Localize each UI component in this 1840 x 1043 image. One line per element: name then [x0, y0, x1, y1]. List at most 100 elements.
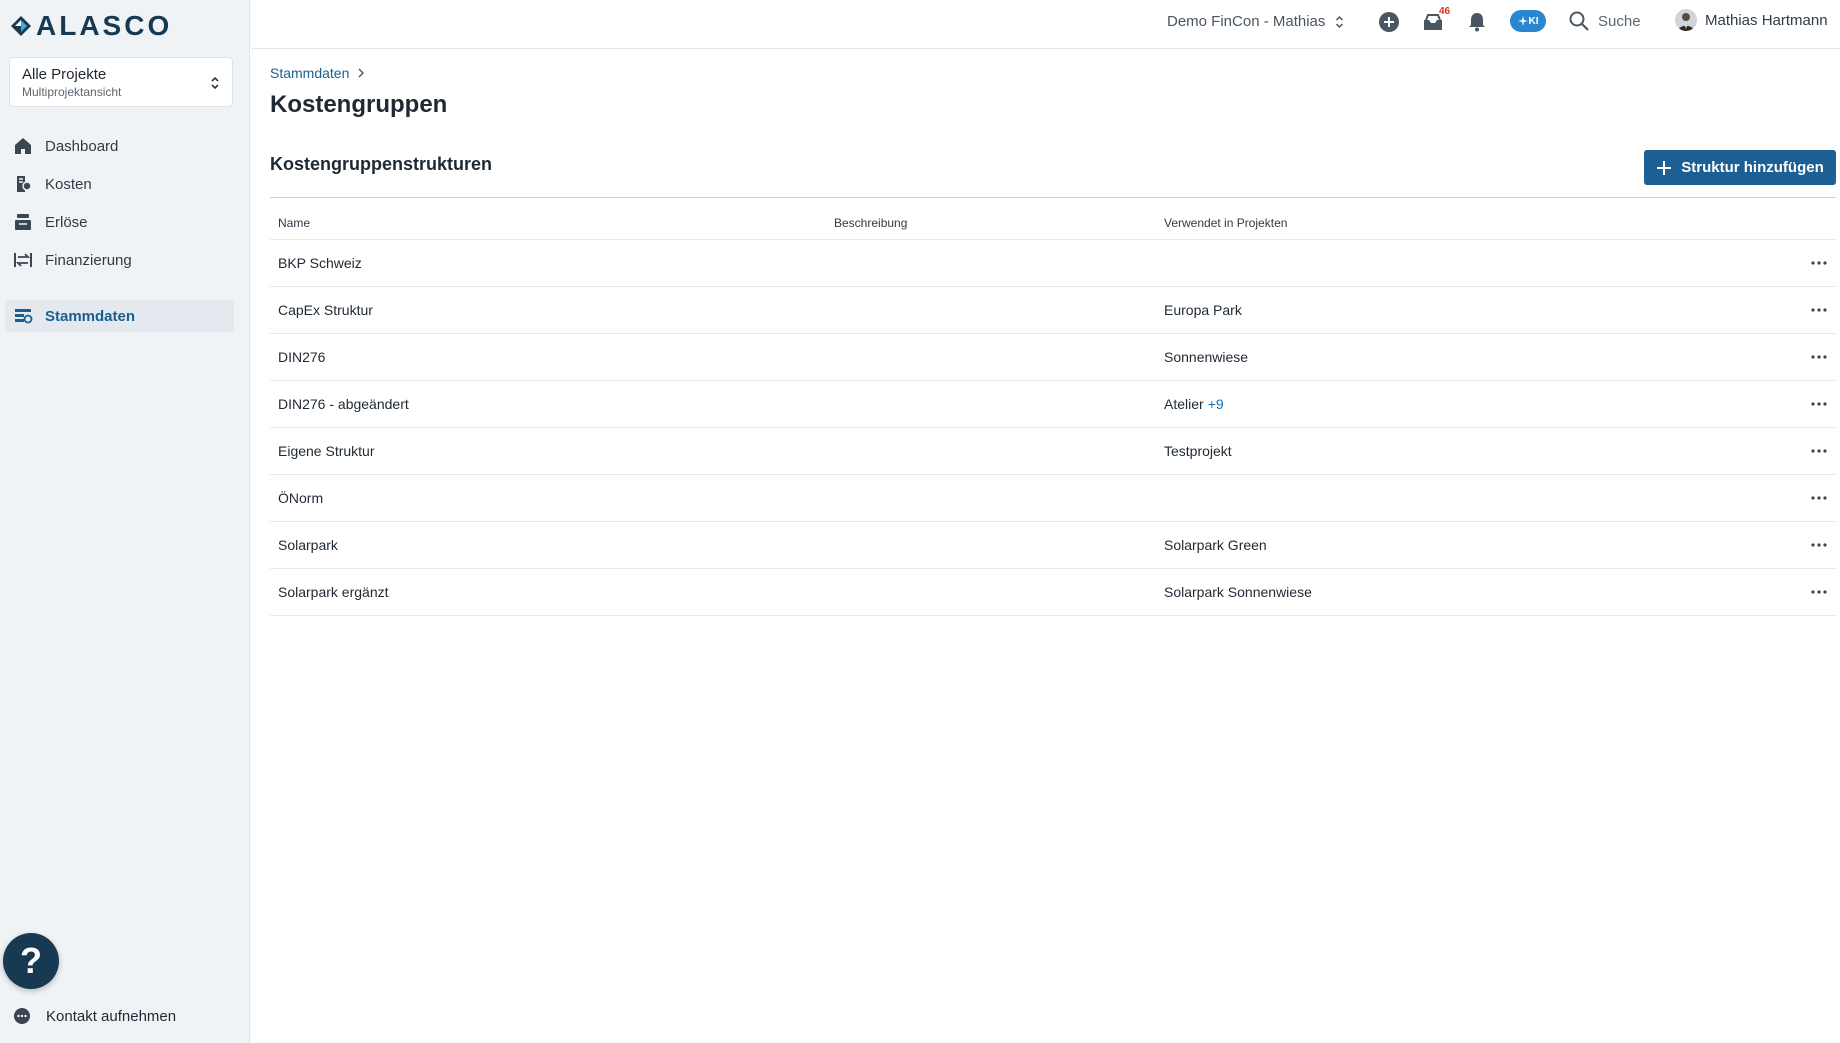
row-projects: Europa Park — [1164, 302, 1784, 318]
search-button[interactable]: Suche — [1568, 10, 1641, 32]
more-actions-button[interactable] — [1810, 586, 1828, 598]
revenue-icon — [15, 214, 31, 230]
row-project-name: Sonnenwiese — [1164, 349, 1249, 365]
row-projects: Sonnenwiese — [1164, 349, 1784, 365]
row-project-name: Atelier — [1164, 396, 1204, 412]
header-name: Name — [278, 216, 311, 230]
sidebar-item-dashboard[interactable]: Dashboard — [5, 130, 234, 162]
table-row[interactable]: ÖNorm — [270, 475, 1836, 522]
more-horizontal-icon — [1811, 402, 1827, 406]
sidebar-item-finanzierung[interactable]: Finanzierung — [5, 244, 234, 276]
plus-icon — [1657, 160, 1672, 175]
more-horizontal-icon — [1811, 308, 1827, 312]
table-row[interactable]: CapEx Struktur Europa Park — [270, 287, 1836, 334]
section-title: Kostengruppenstrukturen — [270, 154, 493, 174]
row-name: Solarpark — [278, 537, 338, 553]
financing-icon — [14, 253, 32, 267]
more-actions-button[interactable] — [1810, 351, 1828, 363]
add-structure-button[interactable]: Struktur hinzufügen — [1644, 150, 1836, 185]
project-selector-title: Alle Projekte — [22, 66, 107, 83]
table-body: BKP Schweiz CapEx Struktur Europa Park D… — [270, 240, 1836, 616]
row-projects: Testprojekt — [1164, 443, 1784, 459]
table-row[interactable]: Eigene Struktur Testprojekt — [270, 428, 1836, 475]
sidebar-item-label: Erlöse — [45, 213, 88, 231]
more-actions-button[interactable] — [1810, 398, 1828, 410]
search-label: Suche — [1598, 12, 1641, 30]
master-data-icon — [15, 309, 33, 324]
sidebar-item-stammdaten[interactable]: Stammdaten — [5, 300, 234, 332]
sidebar-nav: Dashboard Kosten Erlöse Finanzierung Sta… — [0, 130, 250, 338]
row-name: BKP Schweiz — [278, 255, 362, 271]
add-structure-label: Struktur hinzufügen — [1681, 159, 1824, 176]
sidebar-item-kosten[interactable]: Kosten — [5, 168, 234, 200]
more-horizontal-icon — [1811, 496, 1827, 500]
more-actions-button[interactable] — [1810, 539, 1828, 551]
more-projects-link[interactable]: +9 — [1208, 396, 1224, 412]
sidebar: ALASCO Alle Projekte Multiprojektansicht… — [0, 0, 250, 1043]
alasco-logo[interactable]: ALASCO — [10, 12, 172, 40]
contact-button[interactable]: Kontakt aufnehmen — [12, 1006, 176, 1026]
header-projects: Verwendet in Projekten — [1164, 216, 1288, 230]
user-avatar-icon — [1675, 9, 1697, 31]
more-horizontal-icon — [1811, 543, 1827, 547]
home-icon — [15, 138, 31, 154]
more-horizontal-icon — [1811, 449, 1827, 453]
more-actions-button[interactable] — [1810, 304, 1828, 316]
row-name: ÖNorm — [278, 490, 324, 506]
organization-name: Demo FinCon - Mathias — [1167, 13, 1326, 30]
table-row[interactable]: DIN276 Sonnenwiese — [270, 334, 1836, 381]
table-row[interactable]: Solarpark Solarpark Green — [270, 522, 1836, 569]
cost-icon — [17, 176, 32, 192]
add-circle-icon[interactable] — [1377, 10, 1401, 34]
row-name: Eigene Struktur — [278, 443, 375, 459]
sidebar-item-erloese[interactable]: Erlöse — [5, 206, 234, 238]
more-actions-button[interactable] — [1810, 492, 1828, 504]
project-selector[interactable]: Alle Projekte Multiprojektansicht — [9, 57, 233, 107]
more-actions-button[interactable] — [1810, 257, 1828, 269]
row-projects: Solarpark Green — [1164, 537, 1784, 553]
bell-icon[interactable] — [1465, 10, 1489, 34]
user-menu[interactable]: Mathias Hartmann — [1675, 9, 1828, 31]
more-horizontal-icon — [1811, 261, 1827, 265]
row-project-name: Solarpark Sonnenwiese — [1164, 584, 1312, 600]
row-name: CapEx Struktur — [278, 302, 373, 318]
more-horizontal-icon — [1811, 355, 1827, 359]
table-row[interactable]: DIN276 - abgeändert Atelier +9 — [270, 381, 1836, 428]
logo-mark-icon — [11, 16, 31, 36]
structures-table: Name Beschreibung Verwendet in Projekten… — [270, 207, 1836, 616]
table-header: Name Beschreibung Verwendet in Projekten — [270, 207, 1836, 240]
page-title: Kostengruppen — [270, 91, 448, 118]
chevron-updown-icon — [1336, 15, 1344, 28]
table-row[interactable]: Solarpark ergänzt Solarpark Sonnenwiese — [270, 569, 1836, 616]
more-actions-button[interactable] — [1810, 445, 1828, 457]
row-name: Solarpark ergänzt — [278, 584, 389, 600]
help-button[interactable]: ? — [3, 933, 59, 989]
breadcrumb-stammdaten[interactable]: Stammdaten — [270, 65, 349, 81]
topbar: Demo FinCon - Mathias 46 KI Suche Mathia… — [251, 0, 1840, 49]
avatar — [1675, 9, 1697, 31]
row-project-name: Europa Park — [1164, 302, 1242, 318]
row-name: DIN276 - abgeändert — [278, 396, 409, 412]
chat-icon — [14, 1008, 30, 1024]
row-name: DIN276 — [278, 349, 326, 365]
breadcrumb: Stammdaten — [270, 65, 365, 81]
project-selector-subtitle: Multiprojektansicht — [22, 85, 122, 99]
logo-text: ALASCO — [36, 10, 173, 41]
row-project-name: Testprojekt — [1164, 443, 1232, 459]
chevron-right-icon — [358, 68, 365, 78]
organization-selector[interactable]: Demo FinCon - Mathias — [1167, 13, 1344, 30]
search-icon — [1569, 11, 1589, 31]
ai-assistant-button[interactable]: KI — [1510, 10, 1546, 32]
ai-label: KI — [1528, 15, 1539, 27]
more-horizontal-icon — [1811, 590, 1827, 594]
sidebar-item-label: Kosten — [45, 175, 92, 193]
row-projects: Atelier +9 — [1164, 396, 1784, 412]
sparkle-icon — [1517, 16, 1528, 26]
chevron-updown-icon — [211, 76, 219, 90]
table-row[interactable]: BKP Schweiz — [270, 240, 1836, 287]
contact-label: Kontakt aufnehmen — [46, 1007, 177, 1025]
row-projects: Solarpark Sonnenwiese — [1164, 584, 1784, 600]
sidebar-item-label: Stammdaten — [45, 307, 136, 325]
sidebar-item-label: Dashboard — [45, 137, 119, 155]
inbox-badge: 46 — [1439, 6, 1451, 17]
